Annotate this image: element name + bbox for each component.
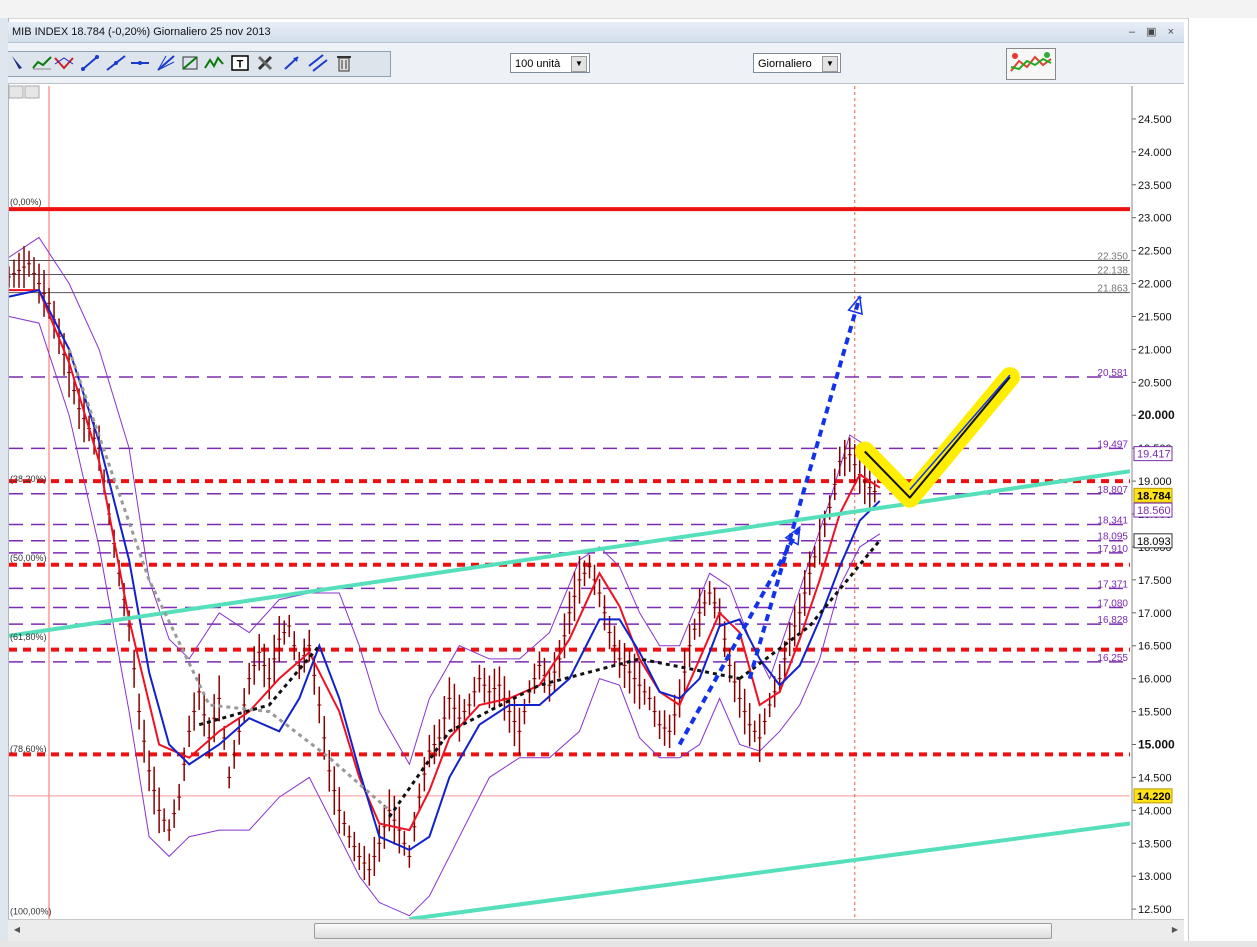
app-bottom-strip [0,941,1257,947]
price-chart[interactable]: (0,00%) (38,20%) (50,00%) (61,80%) (78,60%) (… [0,0,1257,947]
y-tick-label: 20.000 [1138,408,1175,422]
price-tag-label: 14.220 [1137,791,1171,803]
y-tick-label: 23.000 [1138,213,1172,225]
horizontal-scrollbar[interactable]: ◀ ▶ [8,919,1184,942]
fib-level-label: 18.807 [1097,485,1128,496]
y-tick-label: 13.000 [1138,871,1172,883]
fib-level-label: 17.910 [1097,544,1128,555]
fib-level-label: 20.581 [1097,368,1128,379]
fib-percent-label: (50,00%) [10,553,47,563]
scrollbar-thumb[interactable] [314,923,1052,939]
fib-level-label: 16.828 [1097,615,1128,626]
y-tick-label: 15.500 [1138,707,1172,719]
gray-level-label: 22.350 [1097,252,1128,263]
fib-percent-label: (38,20%) [10,474,47,484]
y-tick-label: 19.000 [1138,476,1172,488]
y-tick-label: 14.000 [1138,805,1172,817]
fib-level-label: 17.371 [1097,579,1128,590]
y-tick-label: 16.500 [1138,641,1172,653]
y-tick-label: 20.500 [1138,377,1172,389]
fib-level-label: 18.095 [1097,532,1128,543]
fib-percent-label: (100,00%) [10,906,52,916]
y-tick-label: 21.000 [1138,344,1172,356]
gray-level-label: 21.863 [1097,284,1128,295]
y-tick-label: 24.500 [1138,114,1172,126]
fib-percent-label: (61,80%) [10,632,47,642]
fib-level-label: 18.341 [1097,515,1128,526]
y-tick-label: 23.500 [1138,180,1172,192]
fib-level-label: 19.497 [1097,439,1128,450]
y-tick-label: 16.000 [1138,674,1172,686]
fib-level-label: 16.255 [1097,653,1128,664]
y-tick-label: 21.500 [1138,311,1172,323]
price-tag-label: 18.093 [1137,536,1171,548]
gray-level-label: 22.138 [1097,265,1128,276]
price-tag-label: 18.784 [1137,490,1172,502]
y-tick-label: 13.500 [1138,838,1172,850]
scroll-left-icon[interactable]: ◀ [10,923,24,937]
y-tick-label: 17.500 [1138,575,1172,587]
y-tick-label: 15.000 [1138,737,1175,751]
fib-percent-label: (78,60%) [10,744,47,754]
zoom-in-button [8,85,24,99]
price-tag-label: 18.560 [1137,505,1171,517]
price-tag-label: 19.417 [1137,449,1171,461]
scroll-right-icon[interactable]: ▶ [1168,923,1182,937]
y-tick-label: 14.500 [1138,772,1172,784]
y-tick-label: 22.000 [1138,279,1172,291]
y-tick-label: 24.000 [1138,147,1172,159]
zoom-out-button [24,85,40,99]
fib-percent-label: (0,00%) [10,197,42,207]
y-tick-label: 17.000 [1138,608,1172,620]
y-tick-label: 22.500 [1138,246,1172,258]
y-tick-label: 12.500 [1138,904,1172,916]
fib-level-label: 17.080 [1097,599,1128,610]
